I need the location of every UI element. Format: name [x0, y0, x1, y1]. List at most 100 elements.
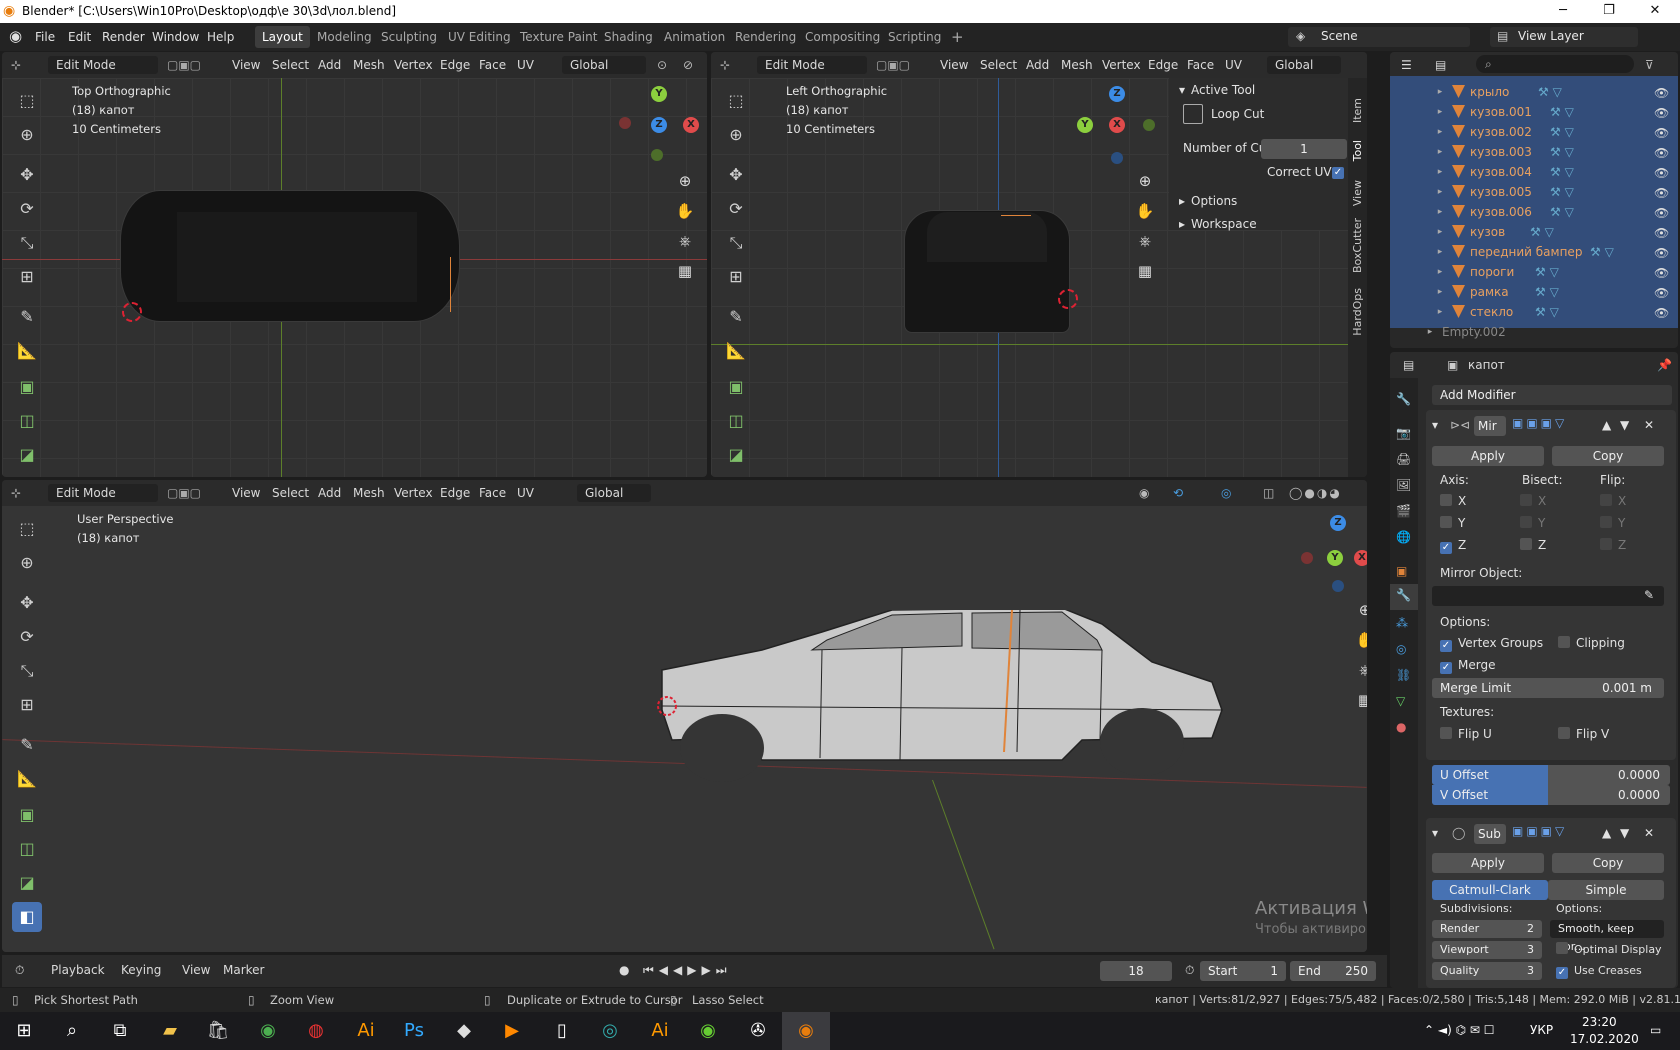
- view-layer-tab-icon[interactable]: 🖼: [1396, 478, 1411, 492]
- tab-compositing[interactable]: Compositing: [798, 26, 887, 48]
- mirror-object-field[interactable]: [1432, 586, 1664, 606]
- current-frame-field[interactable]: 18: [1100, 961, 1172, 981]
- mesh-data-tab-icon[interactable]: ▽: [1396, 694, 1405, 708]
- marker-menu[interactable]: Marker: [218, 961, 269, 979]
- menu-window[interactable]: Window: [146, 28, 205, 46]
- menu-add[interactable]: Add: [313, 484, 346, 502]
- world-tab-icon[interactable]: 🌐: [1396, 530, 1411, 544]
- annotate-tool-icon[interactable]: ✎: [12, 302, 42, 332]
- gizmo-x-axis[interactable]: X: [1354, 550, 1367, 566]
- notifications-icon[interactable]: ▭: [1650, 1023, 1661, 1037]
- outliner-item[interactable]: ▸ кузов.005 ⚒ ▽: [1430, 183, 1574, 202]
- eye-icon[interactable]: 👁: [1654, 103, 1669, 123]
- gizmo-y-axis[interactable]: Y: [1327, 550, 1343, 566]
- menu-select[interactable]: Select: [975, 56, 1022, 74]
- mirror-visibility-toggles[interactable]: ▣▣▣▽: [1512, 416, 1567, 430]
- menu-uv[interactable]: UV: [512, 56, 539, 74]
- photoshop-icon[interactable]: Ps: [390, 1012, 438, 1050]
- close-button[interactable]: ✕: [1632, 0, 1678, 23]
- add-workspace-icon[interactable]: +: [944, 26, 971, 48]
- maximize-button[interactable]: ❐: [1586, 0, 1632, 23]
- flip-z-checkbox[interactable]: Z: [1600, 538, 1626, 552]
- simple-button[interactable]: Simple: [1548, 880, 1664, 900]
- eye-icon[interactable]: 👁: [1654, 203, 1669, 223]
- select-mode-icons[interactable]: ▢▣▢: [162, 484, 206, 502]
- object-tab-icon[interactable]: ▣: [1396, 564, 1407, 578]
- tab-tool[interactable]: Tool: [1351, 140, 1364, 161]
- axis-y-checkbox[interactable]: Y: [1440, 516, 1465, 530]
- zoom-icon[interactable]: ⊕: [672, 168, 698, 194]
- correct-uvs-checkbox[interactable]: ✓: [1332, 167, 1344, 179]
- eye-icon[interactable]: 👁: [1654, 163, 1669, 183]
- eye-icon[interactable]: 👁: [1654, 223, 1669, 243]
- timeline-editor-icon[interactable]: ⏱: [10, 961, 29, 979]
- gizmo-toggle-icon[interactable]: ⟲: [1168, 484, 1188, 502]
- illustrator-2-icon[interactable]: Ai: [636, 1012, 684, 1050]
- v-offset-slider[interactable]: V Offset 0.0000: [1432, 785, 1670, 805]
- snap-icon[interactable]: ⊘: [678, 56, 698, 74]
- pan-hand-icon[interactable]: ✋: [1132, 198, 1158, 224]
- eye-icon[interactable]: 👁: [1654, 303, 1669, 323]
- outliner-item[interactable]: ▸ кузов.001 ⚒ ▽: [1430, 103, 1574, 122]
- menu-add[interactable]: Add: [313, 56, 346, 74]
- workspace-heading[interactable]: Workspace: [1191, 217, 1257, 231]
- move-up-icon[interactable]: ▲: [1602, 826, 1611, 840]
- gizmo-neg-z[interactable]: [1111, 152, 1123, 164]
- bevel-tool-icon[interactable]: ◪: [12, 440, 42, 470]
- orientation-dropdown[interactable]: Global: [562, 56, 646, 74]
- eye-icon[interactable]: 👁: [1654, 263, 1669, 283]
- eye-icon[interactable]: 👁: [1654, 243, 1669, 263]
- menu-vertex[interactable]: Vertex: [389, 56, 438, 74]
- tab-sculpting[interactable]: Sculpting: [374, 26, 444, 48]
- chrome-icon[interactable]: ◉: [244, 1012, 292, 1050]
- torrent-icon[interactable]: ◉: [684, 1012, 732, 1050]
- flip-u-checkbox[interactable]: Flip U: [1440, 727, 1492, 741]
- tab-modeling[interactable]: Modeling: [310, 26, 379, 48]
- gizmo-neg-x[interactable]: [1301, 552, 1313, 564]
- start-frame-field[interactable]: Start 1: [1200, 961, 1286, 981]
- uv-smooth-dropdown[interactable]: Smooth, keep cor...: [1550, 920, 1664, 953]
- visibility-icon[interactable]: ◉: [1134, 484, 1154, 502]
- unity-icon[interactable]: ◆: [440, 1012, 488, 1050]
- orientation-dropdown[interactable]: Global: [577, 484, 651, 502]
- blender-menu-icon[interactable]: ◉: [9, 27, 22, 45]
- gizmo-z-axis[interactable]: Z: [1109, 86, 1125, 102]
- clock-time[interactable]: 23:20: [1582, 1015, 1617, 1029]
- annotate-tool-icon[interactable]: ✎: [12, 730, 42, 760]
- tab-boxcutter[interactable]: BoxCutter: [1351, 218, 1364, 273]
- tab-texture-paint[interactable]: Texture Paint: [513, 26, 604, 48]
- eye-icon[interactable]: 👁: [1654, 283, 1669, 303]
- display-mode-icon[interactable]: ▤: [1430, 56, 1451, 74]
- use-creases-checkbox[interactable]: ✓ Use Creases: [1556, 964, 1642, 979]
- flip-x-checkbox[interactable]: X: [1600, 494, 1626, 508]
- select-mode-icons[interactable]: ▢▣▢: [162, 56, 206, 74]
- camera-icon[interactable]: ⎈: [672, 228, 698, 254]
- editor-type-icon[interactable]: ⊹: [6, 56, 26, 74]
- cursor-tool-icon[interactable]: ⊕: [12, 120, 42, 150]
- outliner-item[interactable]: ▸ кузов.003 ⚒ ▽: [1430, 143, 1574, 162]
- move-tool-icon[interactable]: ✥: [721, 160, 751, 190]
- ortho-toggle-icon[interactable]: ▦: [1132, 258, 1158, 284]
- app-icon[interactable]: ◎: [586, 1012, 634, 1050]
- illustrator-icon[interactable]: Ai: [342, 1012, 390, 1050]
- inset-tool-icon[interactable]: ◫: [12, 834, 42, 864]
- menu-uv[interactable]: UV: [512, 484, 539, 502]
- ortho-toggle-icon[interactable]: ▦: [672, 258, 698, 284]
- tool-tab-icon[interactable]: 🔧: [1396, 392, 1411, 406]
- file-explorer-icon[interactable]: ▰: [146, 1012, 194, 1050]
- extrude-tool-icon[interactable]: ▣: [12, 800, 42, 830]
- davinci-icon[interactable]: ◍: [292, 1012, 340, 1050]
- gizmo-neg-y[interactable]: [651, 149, 663, 161]
- outliner-item[interactable]: ▸ кузов.006 ⚒ ▽: [1430, 203, 1574, 222]
- measure-tool-icon[interactable]: 📐: [12, 764, 42, 794]
- axis-z-checkbox[interactable]: ✓ Z: [1440, 538, 1466, 554]
- move-tool-icon[interactable]: ✥: [12, 588, 42, 618]
- outliner-editor-icon[interactable]: ☰: [1396, 56, 1417, 74]
- eye-icon[interactable]: 👁: [1654, 143, 1669, 163]
- cursor-tool-icon[interactable]: ⊕: [12, 548, 42, 578]
- menu-face[interactable]: Face: [474, 56, 511, 74]
- search-icon[interactable]: ⌕: [48, 1012, 96, 1050]
- camera-icon[interactable]: ⎈: [1132, 228, 1158, 254]
- menu-select[interactable]: Select: [267, 56, 314, 74]
- mode-dropdown[interactable]: Edit Mode: [48, 56, 158, 74]
